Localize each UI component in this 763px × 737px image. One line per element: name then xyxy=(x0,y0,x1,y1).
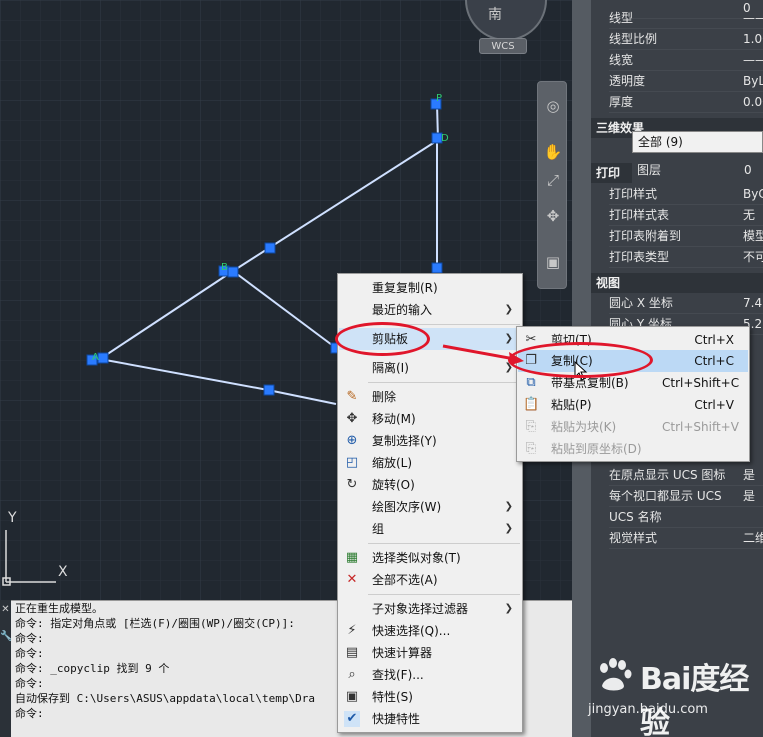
property-row-linetype-scale[interactable]: 线型比例1.00 xyxy=(609,29,763,50)
baidu-paw-icon xyxy=(600,658,632,691)
pan-hand-icon[interactable]: ✋ xyxy=(543,142,563,162)
menu-item-paste-original-coords[interactable]: ⎘ 粘贴到原坐标(D) xyxy=(518,438,748,460)
property-row-lineweight[interactable]: 线宽—— xyxy=(609,50,763,71)
ucs-x-label: X xyxy=(58,564,68,580)
orbit-icon[interactable]: ✥ xyxy=(543,206,563,226)
menu-separator xyxy=(368,594,520,595)
menu-item-move[interactable]: ✥ 移动(M) xyxy=(339,408,521,430)
grip xyxy=(264,242,276,254)
paste-orig-icon: ⎘ xyxy=(525,441,537,456)
selection-filter-dropdown[interactable]: 全部 (9) xyxy=(632,131,763,153)
properties-icon: ▣ xyxy=(345,689,359,704)
property-row-ucs-per-viewport[interactable]: 每个视口都显示 UCS 是 xyxy=(609,486,763,507)
menu-item-paste[interactable]: 📋 粘贴(P) Ctrl+V xyxy=(518,394,748,416)
menu-item-erase[interactable]: ✎ 删除 xyxy=(339,386,521,408)
zoom-icon[interactable]: ⤢ xyxy=(543,170,563,190)
close-icon[interactable]: ✕ xyxy=(0,604,11,615)
chevron-right-icon: ❯ xyxy=(504,304,513,315)
deselect-icon: ✕ xyxy=(346,572,358,587)
property-row-visual-style[interactable]: 视觉样式 二维 xyxy=(609,528,763,549)
grip xyxy=(263,384,275,396)
property-row-center-x[interactable]: 圆心 X 坐标7.45 xyxy=(609,293,763,314)
layer-row[interactable]: 图层 0 xyxy=(632,158,763,182)
paste-block-icon: ⎘ xyxy=(525,419,537,434)
grip xyxy=(227,266,239,278)
annotation-oval-copy xyxy=(508,342,653,378)
menu-item-rotate[interactable]: ↻ 旋转(O) xyxy=(339,474,521,496)
menu-item-draw-order[interactable]: 绘图次序(W) ❯ xyxy=(339,496,521,518)
menu-item-deselect-all[interactable]: ✕ 全部不选(A) xyxy=(339,569,521,591)
menu-item-quick-properties[interactable]: ✔ 快捷特性 xyxy=(339,708,521,730)
chevron-right-icon: ❯ xyxy=(504,523,513,534)
watermark: Bai度经验 jingyan.baidu.com xyxy=(584,652,759,737)
chevron-right-icon: ❯ xyxy=(504,501,513,512)
chevron-right-icon: ❯ xyxy=(504,603,513,614)
wcs-button[interactable]: WCS xyxy=(479,38,527,54)
menu-item-select-similar[interactable]: ▦ 选择类似对象(T) xyxy=(339,547,521,569)
menu-item-repeat-copy[interactable]: 重复复制(R) xyxy=(339,277,521,299)
find-icon: ⌕ xyxy=(348,667,356,682)
menu-item-isolate[interactable]: 隔离(I) ❯ xyxy=(339,357,521,379)
menu-item-find[interactable]: ⌕ 查找(F)... xyxy=(339,664,521,686)
property-row-plot-type[interactable]: 打印表类型 不可 xyxy=(609,247,763,268)
scale-icon: ◰ xyxy=(345,455,359,470)
property-row-transparency[interactable]: 透明度 ByL xyxy=(609,71,763,92)
section-print[interactable]: 打印 xyxy=(591,163,632,183)
calculator-icon: ▤ xyxy=(345,645,359,660)
showmotion-icon[interactable]: ▣ xyxy=(543,252,563,272)
property-row-ucs-origin[interactable]: 在原点显示 UCS 图标是 xyxy=(609,465,763,486)
menu-item-group[interactable]: 组 ❯ xyxy=(339,518,521,540)
menu-item-quick-calc[interactable]: ▤ 快速计算器 xyxy=(339,642,521,664)
chevron-right-icon: ❯ xyxy=(504,333,513,344)
menu-item-paste-as-block[interactable]: ⎘ 粘贴为块(K) Ctrl+Shift+V xyxy=(518,416,748,438)
property-row-plotstyle-table[interactable]: 打印样式表无 xyxy=(609,205,763,226)
select-similar-icon: ▦ xyxy=(345,550,359,565)
svg-text:A: A xyxy=(92,352,99,363)
viewcube-direction: 南 xyxy=(488,7,502,23)
menu-item-recent-input[interactable]: 最近的输入 ❯ xyxy=(339,299,521,321)
check-icon: ✔ xyxy=(344,711,360,727)
menu-separator xyxy=(368,382,520,383)
move-icon: ✥ xyxy=(346,411,358,426)
paste-icon: 📋 xyxy=(523,397,540,412)
menu-item-copy-selection[interactable]: ⊕ 复制选择(Y) xyxy=(339,430,521,452)
svg-text:P: P xyxy=(436,93,442,104)
svg-text:B: B xyxy=(221,262,228,273)
menu-item-properties[interactable]: ▣ 特性(S) xyxy=(339,686,521,708)
grip xyxy=(97,352,109,364)
section-view[interactable]: 视图 xyxy=(591,273,763,293)
annotation-oval-clipboard xyxy=(335,322,430,356)
property-row-ucs-name[interactable]: UCS 名称 xyxy=(609,507,763,528)
property-row-thickness[interactable]: 厚度0.00 xyxy=(609,92,763,113)
navigation-bar[interactable]: ◎ ✋ ⤢ ✥ ▣ xyxy=(537,81,567,289)
menu-item-scale[interactable]: ◰ 缩放(L) xyxy=(339,452,521,474)
property-row-plot-attached[interactable]: 打印表附着到 模型 xyxy=(609,226,763,247)
wrench-icon[interactable]: 🔧 xyxy=(0,631,12,642)
copy-base-icon: ⧉ xyxy=(526,375,536,390)
copy-selection-icon: ⊕ xyxy=(346,433,358,448)
menu-item-quick-select[interactable]: ⚡ 快速选择(Q)... xyxy=(339,620,521,642)
ucs-y-label: Y xyxy=(8,510,17,526)
menu-separator xyxy=(368,543,520,544)
steeringwheel-icon[interactable]: ◎ xyxy=(543,96,563,116)
property-row-linetype[interactable]: 线型—— xyxy=(609,8,763,29)
menu-item-subobject-filter[interactable]: 子对象选择过滤器 ❯ xyxy=(339,598,521,620)
svg-text:D: D xyxy=(441,133,449,144)
command-line-gutter[interactable]: ✕ 🔧 xyxy=(0,600,12,737)
eraser-icon: ✎ xyxy=(346,389,358,404)
property-row-plotstyle[interactable]: 打印样式 ByC xyxy=(609,184,763,205)
watermark-brand: Bai度经验 xyxy=(640,662,749,737)
watermark-url: jingyan.baidu.com xyxy=(588,702,708,717)
grip xyxy=(431,262,443,274)
quick-select-icon: ⚡ xyxy=(347,623,357,638)
rotate-icon: ↻ xyxy=(346,477,358,492)
